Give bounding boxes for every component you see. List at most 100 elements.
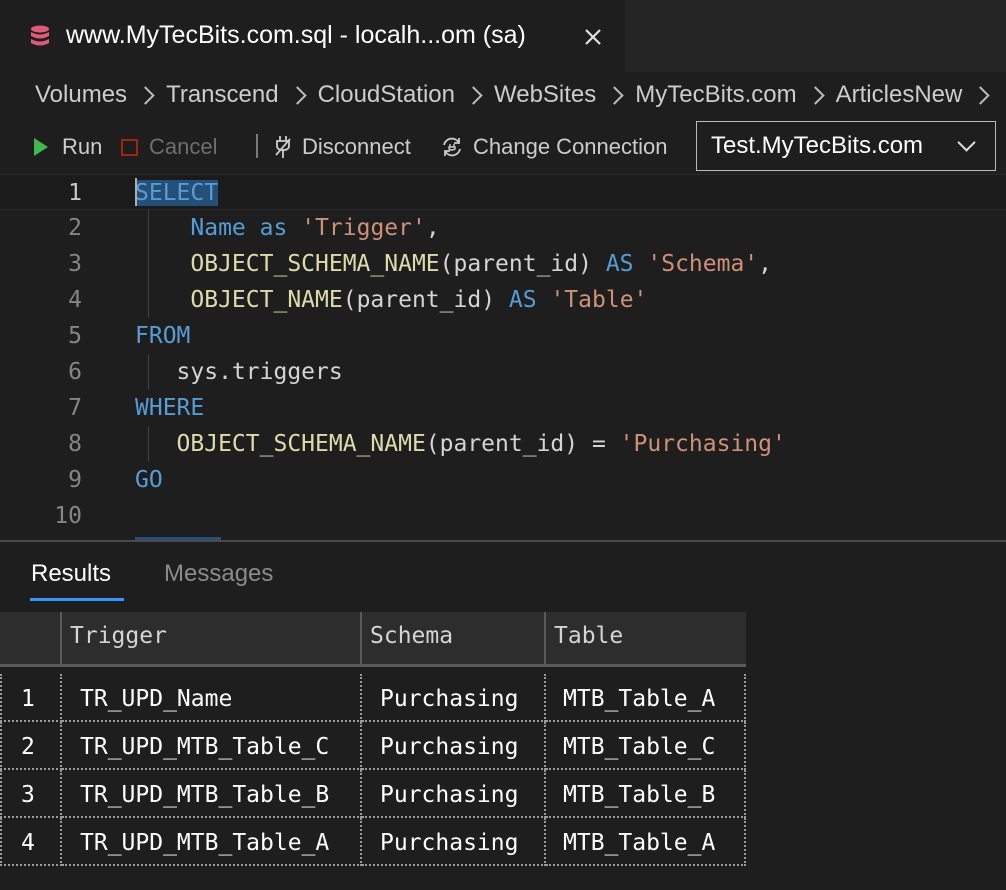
tab-results[interactable]: Results (31, 560, 111, 588)
editor-tab[interactable]: www.MyTecBits.com.sql - localh...om (sa) (0, 0, 626, 72)
text-cursor (135, 178, 137, 206)
code-token: Name (190, 215, 246, 241)
schema-cell[interactable]: Purchasing (362, 674, 546, 722)
code-text: GO (135, 462, 163, 498)
breadcrumb-item-articlesnew[interactable]: ArticlesNew (836, 81, 963, 109)
table-row[interactable]: 2 TR_UPD_MTB_Table_C Purchasing MTB_Tabl… (0, 722, 746, 770)
code-editor[interactable]: 1 SELECT 2 Name as 'Trigger', 3 OBJECT_SCHE… (0, 174, 1006, 540)
cancel-label: Cancel (149, 134, 218, 159)
active-tab-indicator (30, 598, 124, 601)
schema-cell[interactable]: Purchasing (362, 722, 546, 770)
trigger-cell[interactable]: TR_UPD_Name (62, 674, 362, 722)
line-number: 4 (68, 287, 82, 313)
code-token: as (259, 215, 288, 241)
breadcrumb-item-mytecbits[interactable]: MyTecBits.com (635, 81, 796, 109)
code-text: Name as 'Trigger', (135, 210, 440, 246)
run-button[interactable]: Run (34, 132, 102, 162)
breadcrumb-item-transcend[interactable]: Transcend (166, 81, 279, 109)
code-token: SELECT (135, 180, 219, 206)
trigger-cell[interactable]: TR_UPD_MTB_Table_B (62, 770, 362, 818)
code-line[interactable]: 2 Name as 'Trigger', (0, 210, 1006, 246)
code-line[interactable]: 3 OBJECT_SCHEMA_NAME(parent_id) AS 'Sche… (0, 246, 1006, 282)
line-number: 2 (68, 215, 82, 241)
change-connection-button[interactable]: Change Connection (440, 132, 667, 162)
trigger-cell[interactable]: TR_UPD_MTB_Table_C (62, 722, 362, 770)
code-line[interactable]: 1 SELECT (0, 174, 1006, 210)
code-token: , (425, 215, 440, 241)
code-token: 'Trigger' (301, 215, 426, 241)
table-row[interactable]: 3 TR_UPD_MTB_Table_B Purchasing MTB_Tabl… (0, 770, 746, 818)
code-text: SELECT (135, 175, 219, 211)
cancel-button[interactable]: Cancel (121, 132, 217, 162)
row-number-header (0, 612, 62, 664)
indent-guide (148, 210, 149, 318)
table-cell[interactable]: MTB_Table_A (546, 674, 746, 722)
indent-guide (148, 426, 149, 462)
breadcrumb-item-websites[interactable]: WebSites (494, 81, 596, 109)
code-token: AS (508, 287, 537, 313)
breadcrumb-item-volumes[interactable]: Volumes (35, 81, 127, 109)
chevron-right-icon (136, 85, 155, 105)
code-line[interactable]: 5 FROM (0, 318, 1006, 354)
code-line[interactable]: 7 WHERE (0, 390, 1006, 426)
code-token: 'Schema' (647, 251, 759, 277)
table-cell[interactable]: MTB_Table_A (546, 818, 746, 866)
schema-cell[interactable]: Purchasing (362, 770, 546, 818)
code-text: OBJECT_SCHEMA_NAME(parent_id) = 'Purchas… (135, 426, 786, 462)
row-number-cell[interactable]: 3 (0, 770, 62, 818)
column-header-trigger[interactable]: Trigger (62, 612, 362, 664)
line-number: 5 (68, 323, 82, 349)
results-panel: Results Messages Trigger Schema Table 1 … (0, 542, 1006, 890)
row-number-cell[interactable]: 2 (0, 722, 62, 770)
code-text: sys.triggers (135, 354, 343, 390)
code-text: OBJECT_SCHEMA_NAME(parent_id) AS 'Schema… (135, 246, 772, 282)
table-cell[interactable]: MTB_Table_C (546, 722, 746, 770)
code-line[interactable]: 10 (0, 498, 1006, 534)
code-token: OBJECT_SCHEMA_NAME (190, 251, 440, 277)
code-token: OBJECT_SCHEMA_NAME (176, 431, 426, 457)
column-header-schema[interactable]: Schema (362, 612, 546, 664)
code-text: FROM (135, 318, 190, 354)
code-token: WHERE (135, 395, 205, 421)
code-line[interactable]: 8 OBJECT_SCHEMA_NAME(parent_id) = 'Purch… (0, 426, 1006, 462)
grid-header-row: Trigger Schema Table (0, 612, 746, 667)
connection-select[interactable]: Test.MyTecBits.com (696, 121, 996, 171)
chevron-down-icon (957, 133, 976, 152)
trigger-cell[interactable]: TR_UPD_MTB_Table_A (62, 818, 362, 866)
line-number: 10 (54, 503, 82, 529)
indent-guide (148, 354, 149, 390)
table-cell[interactable]: MTB_Table_B (546, 770, 746, 818)
code-token: GO (135, 467, 163, 493)
column-header-table[interactable]: Table (546, 612, 746, 664)
line-number: 8 (68, 431, 82, 457)
code-token: sys.triggers (135, 359, 343, 385)
change-connection-label: Change Connection (473, 134, 668, 159)
table-row[interactable]: 4 TR_UPD_MTB_Table_A Purchasing MTB_Tabl… (0, 818, 746, 866)
stop-icon (121, 138, 138, 156)
disconnect-button[interactable]: Disconnect (273, 132, 411, 162)
code-token: AS (605, 251, 634, 277)
line-number: 3 (68, 251, 82, 277)
row-number-cell[interactable]: 1 (0, 674, 62, 722)
code-token: (parent_id) = (425, 431, 620, 457)
breadcrumb-item-cloudstation[interactable]: CloudStation (318, 81, 455, 109)
code-text: OBJECT_NAME(parent_id) AS 'Table' (135, 282, 647, 318)
editor-tab-bar: www.MyTecBits.com.sql - localh...om (sa) (0, 0, 1006, 72)
chevron-right-icon (971, 85, 991, 105)
run-label: Run (62, 134, 103, 159)
disconnect-plug-icon (275, 136, 291, 158)
schema-cell[interactable]: Purchasing (362, 818, 546, 866)
tab-messages[interactable]: Messages (164, 560, 273, 588)
code-token: 'Purchasing' (619, 431, 786, 457)
close-icon[interactable] (580, 24, 606, 50)
chevron-right-icon (464, 85, 483, 105)
breadcrumb: Volumes Transcend CloudStation WebSites … (35, 78, 1005, 112)
table-row[interactable]: 1 TR_UPD_Name Purchasing MTB_Table_A (0, 674, 746, 722)
row-number-cell[interactable]: 4 (0, 818, 62, 866)
code-line[interactable]: 9 GO (0, 462, 1006, 498)
code-line[interactable]: 4 OBJECT_NAME(parent_id) AS 'Table' (0, 282, 1006, 318)
code-line[interactable]: 6 sys.triggers (0, 354, 1006, 390)
